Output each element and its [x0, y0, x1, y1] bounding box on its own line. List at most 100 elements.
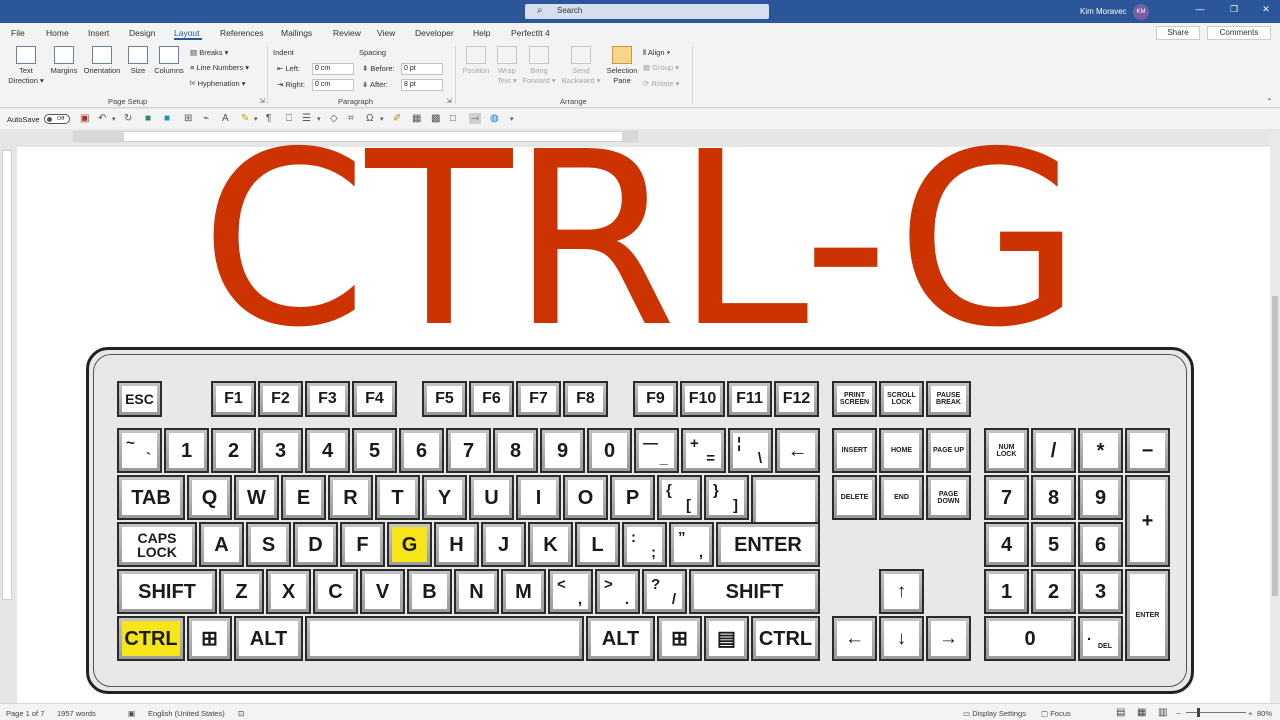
margins-button[interactable]: Margins	[48, 46, 80, 76]
focus-button[interactable]: ▢ Focus	[1041, 709, 1071, 718]
arrow-right-icon: →	[931, 621, 966, 656]
key-r: R	[328, 475, 373, 520]
display-icon: ▭	[963, 709, 971, 718]
word-count[interactable]: 1957 words	[57, 709, 96, 718]
read-mode-icon[interactable]: ▥	[1158, 707, 1167, 718]
bring-forward-button[interactable]: Bring Forward ▾	[520, 46, 558, 86]
tab-insert[interactable]: Insert	[88, 28, 109, 38]
key-arrow-left: ←	[832, 616, 877, 661]
proofing-icon[interactable]: ▣	[128, 709, 135, 718]
minimize-button[interactable]: —	[1190, 4, 1210, 14]
key-semicolon: :;	[622, 522, 667, 567]
key-9: 9	[540, 428, 585, 473]
orientation-button[interactable]: Orientation	[80, 46, 124, 76]
tab-design[interactable]: Design	[129, 28, 155, 38]
hyphenation-icon: ᵇᶜ	[190, 79, 196, 88]
size-button[interactable]: Size	[126, 46, 150, 76]
key-z: Z	[219, 569, 264, 614]
indent-left-input[interactable]: 0 cm	[312, 63, 354, 75]
key-numpad-plus: +	[1125, 475, 1170, 567]
zoom-slider-thumb[interactable]	[1197, 708, 1200, 717]
key-f12: F12	[774, 381, 819, 417]
ctrl-g-headline: CTRL-G	[200, 100, 1082, 380]
tab-home[interactable]: Home	[46, 28, 69, 38]
search-box[interactable]: ⌕ Search	[525, 4, 769, 19]
key-f2: F2	[258, 381, 303, 417]
ribbon: Text Direction ▾ Margins Orientation Siz…	[0, 42, 1280, 108]
key-right-windows: ⊞	[657, 616, 702, 661]
breaks-icon: ▤	[190, 48, 198, 57]
bring-forward-icon	[529, 46, 549, 64]
separator	[455, 46, 456, 104]
display-settings-button[interactable]: ▭ Display Settings	[963, 709, 1026, 718]
selection-pane-button[interactable]: Selection Pane	[603, 46, 641, 86]
tab-file[interactable]: File	[11, 28, 25, 38]
rotate-button[interactable]: ⟳ Rotate ▾	[643, 79, 679, 88]
breaks-button[interactable]: ▤ Breaks ▾	[190, 48, 228, 57]
key-f6: F6	[469, 381, 514, 417]
avatar[interactable]: KM	[1133, 4, 1149, 20]
key-w: W	[234, 475, 279, 520]
group-button[interactable]: ▦ Group ▾	[643, 63, 679, 72]
key-left-windows: ⊞	[187, 616, 232, 661]
zoom-in-icon[interactable]: +	[1248, 709, 1252, 718]
user-name[interactable]: Kim Moravec	[1080, 7, 1127, 16]
tab-view[interactable]: View	[377, 28, 395, 38]
indent-right-label: ⇥ Right:	[277, 80, 305, 89]
align-button[interactable]: ⫴ Align ▾	[643, 48, 670, 58]
separator	[267, 46, 268, 104]
key-numpad-star: *	[1078, 428, 1123, 473]
zoom-out-icon[interactable]: −	[1176, 709, 1180, 718]
arrow-up-icon: ↑	[884, 574, 919, 609]
tab-developer[interactable]: Developer	[415, 28, 454, 38]
tab-mailings[interactable]: Mailings	[281, 28, 312, 38]
zoom-slider[interactable]	[1186, 712, 1246, 713]
key-h: H	[434, 522, 479, 567]
page-setup-group-label: Page Setup	[108, 97, 148, 106]
spacing-label: Spacing	[359, 48, 387, 57]
accessibility-icon[interactable]: ⊡	[238, 709, 244, 718]
key-8: 8	[493, 428, 538, 473]
key-p: P	[610, 475, 655, 520]
collapse-ribbon-icon[interactable]: ⌃	[1266, 97, 1273, 106]
send-backward-button[interactable]: Send Backward ▾	[560, 46, 602, 86]
key-end: END	[879, 475, 924, 520]
tab-layout[interactable]: Layout	[174, 28, 200, 38]
columns-button[interactable]: Columns	[151, 46, 187, 76]
language[interactable]: English (United States)	[148, 709, 225, 718]
margins-icon	[54, 46, 74, 64]
page-count[interactable]: Page 1 of 7	[6, 709, 44, 718]
position-button[interactable]: Position	[459, 46, 493, 76]
tab-perfectit[interactable]: PerfectIt 4	[511, 28, 550, 38]
wrap-text-button[interactable]: Wrap Text ▾	[494, 46, 520, 86]
spacing-after-input[interactable]: 8 pt	[401, 79, 443, 91]
line-numbers-button[interactable]: ≡ Line Numbers ▾	[190, 63, 249, 72]
key-a: A	[199, 522, 244, 567]
key-numpad-9: 9	[1078, 475, 1123, 520]
key-7: 7	[446, 428, 491, 473]
key-enter: ENTER	[716, 522, 820, 567]
key-page-down: PAGE DOWN	[926, 475, 971, 520]
print-layout-icon[interactable]: ▤	[1116, 707, 1125, 718]
indent-label: Indent	[273, 48, 294, 57]
tab-help[interactable]: Help	[473, 28, 490, 38]
tab-references[interactable]: References	[220, 28, 263, 38]
key-f7: F7	[516, 381, 561, 417]
tab-review[interactable]: Review	[333, 28, 361, 38]
key-num-lock: NUM LOCK	[984, 428, 1029, 473]
align-icon: ⫴	[643, 48, 647, 57]
text-direction-button[interactable]: Text Direction ▾	[6, 46, 46, 86]
restore-button[interactable]: ❐	[1224, 4, 1244, 15]
line-numbers-icon: ≡	[190, 63, 195, 72]
key-y: Y	[422, 475, 467, 520]
web-layout-icon[interactable]: ▦	[1137, 707, 1146, 718]
spacing-before-input[interactable]: 0 pt	[401, 63, 443, 75]
share-button[interactable]: Share	[1156, 26, 1200, 40]
zoom-level[interactable]: 80%	[1257, 709, 1272, 718]
hyphenation-button[interactable]: ᵇᶜ Hyphenation ▾	[190, 79, 246, 88]
indent-right-input[interactable]: 0 cm	[312, 79, 354, 91]
comments-button[interactable]: Comments	[1207, 26, 1271, 40]
key-f3: F3	[305, 381, 350, 417]
key-esc: ESC	[117, 381, 162, 417]
close-button[interactable]: ✕	[1256, 4, 1276, 15]
